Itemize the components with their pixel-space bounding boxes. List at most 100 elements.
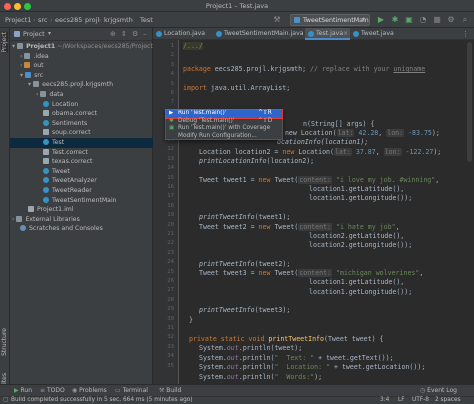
- tree-item-src[interactable]: ▾ src: [10, 71, 153, 81]
- menu-item-run-with-coverage[interactable]: ▣ Run 'Test.main()' with Coverage: [166, 125, 282, 133]
- bottom-tool-bar: ▶ Run ≡ TODO ◉ Problems ▭ Terminal ⚒ Bui…: [0, 384, 474, 396]
- code-token: package: [183, 65, 211, 73]
- breadcrumb-separator: ›: [99, 16, 102, 24]
- tree-item-out[interactable]: › out: [10, 61, 153, 71]
- breadcrumb-src[interactable]: src: [38, 16, 48, 24]
- code-token: 37.87: [351, 148, 376, 156]
- caret-position[interactable]: 3:4: [380, 397, 389, 403]
- tree-item-label: Location: [52, 100, 79, 108]
- tree-item-label: Project1: [26, 43, 56, 50]
- editor-tabs: Location.java TweetSentimentMain.java Te…: [153, 28, 474, 40]
- line-number: 5: [170, 80, 174, 87]
- project-view-select[interactable]: Project: [23, 31, 45, 38]
- code-token: Location(: [294, 148, 334, 156]
- breadcrumb-test[interactable]: Test: [140, 16, 153, 24]
- tree-item-label: TweetSentimentMain: [52, 196, 117, 204]
- event-log-tool-button[interactable]: ◷ Event Log: [420, 387, 457, 394]
- code-token: out: [226, 344, 239, 352]
- editor-scrollbar[interactable]: [467, 42, 472, 162]
- class-icon: [43, 187, 49, 193]
- code-token: ,: [395, 223, 400, 231]
- tab-test-java[interactable]: Test.java ×: [305, 28, 350, 40]
- status-icon: ▢: [3, 397, 9, 403]
- project-tool-tab[interactable]: Project: [1, 32, 8, 53]
- tab-label: Tweet.java: [361, 30, 394, 37]
- line-number: 4: [170, 71, 174, 78]
- breadcrumb-eecs285[interactable]: eecs285: [55, 16, 82, 24]
- code-line: location1.getLatitude(),: [309, 185, 404, 193]
- folder-icon: [17, 43, 24, 49]
- breadcrumb-separator: ›: [131, 16, 134, 24]
- tree-item-project1[interactable]: ▾ Project1 ~/Workspaces/eecs285/Project1: [10, 42, 157, 52]
- status-message[interactable]: Build completed successfully in 5 sec, 6…: [11, 397, 193, 403]
- debug-icon[interactable]: ✱: [390, 15, 400, 25]
- hide-panel-icon[interactable]: –: [143, 30, 147, 38]
- tree-item-label: soup.correct: [52, 129, 91, 137]
- run-tool-label: Run: [20, 387, 33, 394]
- tree-item-texas-correct[interactable]: texas.correct: [10, 157, 153, 167]
- tree-item-tweet[interactable]: Tweet: [10, 167, 153, 177]
- collapse-all-icon[interactable]: ⇕: [121, 30, 127, 38]
- code-line: location1.getLatitude(),: [309, 278, 404, 286]
- tree-item-label: TweetReader: [52, 187, 92, 194]
- problems-tool-button[interactable]: ◉ Problems: [72, 387, 107, 394]
- tab-location-java[interactable]: Location.java: [153, 28, 213, 40]
- settings-icon[interactable]: ⚙: [446, 15, 456, 25]
- breadcrumb-projl[interactable]: projl: [85, 16, 99, 24]
- menu-item-run-test-main[interactable]: ▶ Run 'Test.main()' ^⇧R: [165, 109, 283, 119]
- profile-icon[interactable]: ◔: [418, 15, 428, 25]
- tree-item-package[interactable]: ▾ eecs285.projl.krjgsmth: [10, 80, 153, 90]
- terminal-tool-label: Terminal: [122, 387, 148, 394]
- tree-item-tweetanalyzer[interactable]: TweetAnalyzer: [10, 176, 153, 186]
- code-token: printTweetInfo: [268, 335, 324, 343]
- stop-icon[interactable]: ■: [432, 15, 442, 25]
- tree-item-idea[interactable]: › .idea: [10, 52, 153, 62]
- tree-item-test-correct[interactable]: Test.correct: [10, 148, 153, 158]
- close-icon[interactable]: ×: [343, 28, 348, 38]
- todo-tool-button[interactable]: ≡ TODO: [40, 387, 65, 394]
- build-tool-button[interactable]: ⚒ Build: [159, 387, 181, 394]
- search-icon[interactable]: ⌕: [460, 15, 470, 25]
- code-editor[interactable]: /.../ package eecs285.projl.krjgsmth; //…: [183, 40, 472, 384]
- tree-item-soup-correct[interactable]: soup.correct: [10, 128, 153, 138]
- tree-item-obama-correct[interactable]: obama.correct: [10, 109, 153, 119]
- file-encoding[interactable]: UTF-8: [412, 397, 429, 403]
- tree-item-path: ~/Workspaces/eecs285/Project1: [57, 43, 157, 50]
- tree-item-label: Test: [52, 139, 65, 146]
- line-separator[interactable]: LF: [398, 397, 405, 403]
- run-configuration-select[interactable]: TweetSentimentMain ▾: [290, 14, 370, 26]
- tab-tweetsentimentmain-java[interactable]: TweetSentimentMain.java: [213, 28, 305, 40]
- tree-item-tweetreader[interactable]: TweetReader: [10, 186, 153, 196]
- tree-item-sentiments[interactable]: Sentiments: [10, 119, 153, 129]
- menu-item-modify-run-configuration[interactable]: Modify Run Configuration...: [166, 133, 282, 141]
- code-token: out: [226, 354, 239, 362]
- locate-file-icon[interactable]: ⊕: [110, 30, 116, 38]
- code-token: import: [183, 84, 207, 92]
- code-token: System.: [199, 373, 227, 381]
- line-number: 14: [167, 165, 174, 172]
- tree-item-scratches[interactable]: Scratches and Consoles: [10, 224, 153, 234]
- hammer-icon[interactable]: ⚒: [272, 15, 282, 25]
- coverage-icon[interactable]: ▣: [404, 15, 414, 25]
- run-tool-button[interactable]: ▶ Run: [14, 387, 32, 394]
- code-token: location1.getLatitude(),: [309, 278, 405, 286]
- tab-tweet-java[interactable]: Tweet.java: [350, 28, 400, 40]
- run-icon[interactable]: ▶: [376, 15, 386, 25]
- gear-icon[interactable]: ⚙: [132, 30, 138, 38]
- line-number: 33: [167, 343, 174, 350]
- tree-item-external-libraries[interactable]: › External Libraries: [10, 215, 153, 225]
- breadcrumb-krjgsmth[interactable]: krjgsmth: [104, 16, 133, 24]
- tree-item-test[interactable]: Test: [10, 138, 153, 148]
- terminal-tool-button[interactable]: ▭ Terminal: [115, 387, 148, 394]
- structure-tool-tab[interactable]: Structure: [1, 328, 8, 356]
- tree-item-project1-iml[interactable]: Project1.iml: [10, 205, 153, 215]
- tree-item-tweetsentimentmain[interactable]: TweetSentimentMain: [10, 196, 153, 206]
- tab-list-icon[interactable]: ⋮: [462, 30, 469, 38]
- menu-item-debug-test-main[interactable]: ✱ Debug 'Test.main()' ^⇧D: [166, 118, 282, 126]
- debug-icon: ✱: [169, 117, 174, 124]
- breadcrumb-project[interactable]: Project1: [5, 16, 31, 24]
- tree-item-location[interactable]: Location: [10, 100, 153, 110]
- tree-item-data[interactable]: › data: [10, 90, 153, 100]
- indent-setting[interactable]: 2 spaces: [435, 397, 461, 403]
- param-hint: content:: [298, 223, 333, 231]
